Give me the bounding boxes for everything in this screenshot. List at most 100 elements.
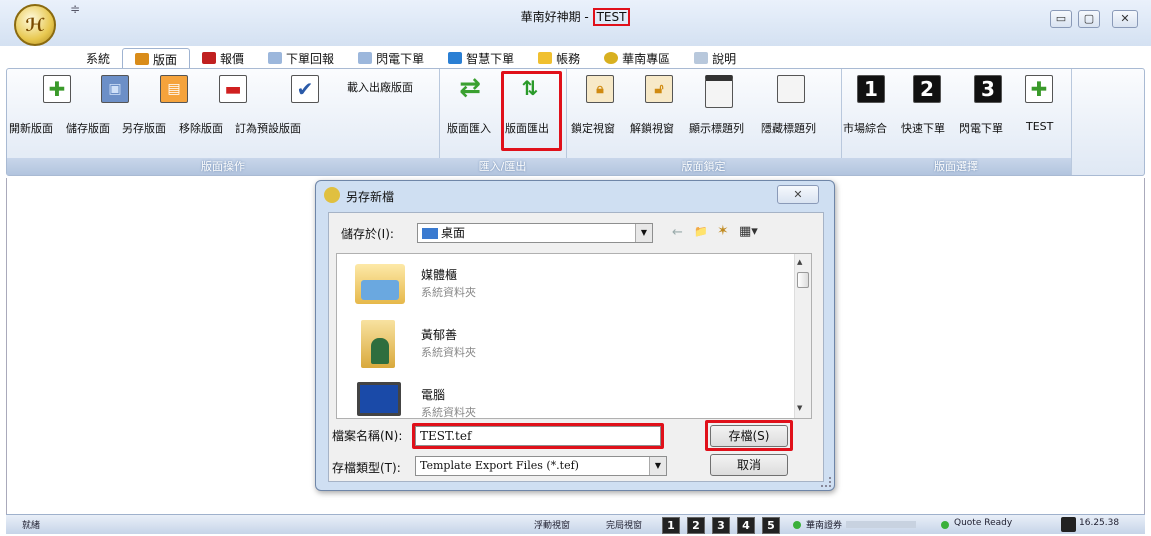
tab-smart-order[interactable]: 智慧下單 (436, 48, 526, 68)
layout-4-button[interactable]: 4 (737, 517, 755, 534)
save-as-layout-label: 另存版面 (122, 122, 166, 135)
filetype-label: 存檔類型(T): (332, 461, 401, 475)
layout-5-button[interactable]: 5 (762, 517, 780, 534)
unlock-window-button[interactable]: 🔓︎ (645, 75, 673, 103)
layout-icon (135, 53, 150, 65)
up-folder-icon[interactable]: 📁 (694, 225, 708, 238)
fixed-window-button[interactable]: 完局視窗 (606, 518, 642, 531)
hide-title-bar-button[interactable] (777, 75, 805, 103)
scroll-thumb[interactable] (797, 272, 809, 288)
tab-label: 帳務 (556, 51, 581, 66)
save-layout-button[interactable]: ▣ (101, 75, 129, 103)
flash-order-layout-button[interactable]: 3 (974, 75, 1002, 103)
tab-flash-order[interactable]: 閃電下單 (346, 48, 436, 68)
window-icon (705, 75, 733, 108)
quote-status-icon (941, 521, 949, 529)
tab-hua-nan-zone[interactable]: 華南專區 (592, 48, 682, 68)
export-layout-button[interactable]: ⇅ (517, 75, 543, 101)
minimize-button[interactable]: ▭ (1050, 10, 1072, 28)
tab-quotes[interactable]: 報價 (190, 48, 256, 68)
clock-time: 16.25.38 (1079, 518, 1120, 528)
new-layout-button[interactable]: ✚ (43, 75, 71, 103)
group-title: 版面選擇 (841, 158, 1071, 175)
quotes-icon (202, 52, 217, 64)
save-as-layout-button[interactable]: ▤ (160, 75, 188, 103)
save-as-dialog: 另存新檔 ✕ 儲存於(I): 桌面 ▼ ← 📁 ✶ ▦▾ 媒體櫃 系統資料夾 黃… (315, 180, 835, 491)
tab-accounts[interactable]: 帳務 (526, 48, 592, 68)
save-in-value: 桌面 (441, 226, 466, 240)
chevron-down-icon[interactable]: ▼ (649, 457, 666, 475)
lock-window-button[interactable]: 🔒︎ (586, 75, 614, 103)
folder-icon (355, 264, 405, 304)
smart-order-icon (448, 52, 463, 64)
filetype-value: Template Export Files (*.tef) (420, 459, 579, 472)
tab-layout[interactable]: 版面 (122, 48, 191, 69)
back-icon[interactable]: ← (672, 225, 683, 240)
import-layout-button[interactable]: ⇄ (453, 73, 487, 103)
connection-label: 華南證券 (806, 521, 843, 531)
menu-tabs: 系統 版面 報價 下單回報 閃電下單 智慧下單 帳務 華南專區 說明 (60, 48, 748, 69)
tab-help[interactable]: 說明 (682, 48, 748, 68)
scroll-down-icon[interactable]: ▼ (797, 404, 802, 412)
lock-icon: 🔒︎ (586, 75, 614, 103)
save-button[interactable]: 存檔(S) (710, 425, 788, 447)
load-factory-layout-button[interactable]: 載入出廠版面 (347, 79, 413, 95)
hua-nan-zone-icon (604, 52, 619, 64)
save-as-icon: ▤ (160, 75, 188, 103)
show-title-bar-label: 顯示標題列 (689, 122, 744, 135)
chevron-down-icon[interactable]: ▼ (635, 224, 652, 242)
maximize-button[interactable]: ▢ (1078, 10, 1100, 28)
new-folder-icon[interactable]: ✶ (717, 223, 729, 239)
scrollbar[interactable]: ▲ ▼ (794, 254, 811, 418)
layout-2-button[interactable]: 2 (687, 517, 705, 534)
filename-input[interactable]: TEST.tef (415, 426, 661, 446)
help-icon (694, 52, 709, 64)
window-title-layout: TEST (592, 8, 631, 26)
list-item[interactable]: 電腦 系統資料夾 (351, 378, 781, 418)
save-in-select[interactable]: 桌面 ▼ (417, 223, 653, 243)
remove-layout-button[interactable]: ▬ (219, 75, 247, 103)
view-menu-icon[interactable]: ▦▾ (739, 224, 758, 239)
tab-system[interactable]: 系統 (74, 48, 122, 68)
clock-icon (1061, 517, 1076, 532)
list-item[interactable]: 黃郁善 系統資料夾 (351, 318, 781, 374)
person-icon (371, 338, 389, 364)
resize-grip[interactable] (821, 477, 831, 487)
order-report-icon (268, 52, 283, 64)
new-layout-label: 開新版面 (9, 122, 53, 135)
dialog-app-icon (324, 187, 340, 203)
quick-order-button[interactable]: 2 (913, 75, 941, 103)
dialog-close-button[interactable]: ✕ (777, 185, 819, 204)
unlock-icon: 🔓︎ (645, 75, 673, 103)
test-layout-button[interactable]: ✚ (1025, 75, 1053, 103)
set-default-layout-button[interactable]: ✔ (291, 75, 319, 103)
market-overview-button[interactable]: 1 (857, 75, 885, 103)
layout-2-icon: 2 (913, 75, 941, 103)
layout-3-button[interactable]: 3 (712, 517, 730, 534)
test-layout-label: TEST (1026, 120, 1054, 133)
user-folder-icon (361, 320, 395, 368)
cancel-button[interactable]: 取消 (710, 454, 788, 476)
group-layout-operations: ✚ ▣ ▤ ▬ ✔ 載入出廠版面 開新版面 儲存版面 另存版面 移除版面 訂為預… (7, 69, 440, 175)
import-layout-label: 版面匯入 (447, 122, 491, 135)
status-bar: 就緒 浮動視窗 完局視窗 1 2 3 4 5 華南證券 Quote Ready … (6, 514, 1145, 534)
tab-label: 說明 (712, 51, 737, 66)
flash-order-icon (358, 52, 373, 64)
float-window-button[interactable]: 浮動視窗 (534, 518, 570, 531)
show-title-bar-button[interactable] (705, 75, 733, 108)
remove-layout-label: 移除版面 (179, 122, 223, 135)
list-item[interactable]: 媒體櫃 系統資料夾 (351, 258, 781, 314)
computer-icon (357, 382, 401, 416)
tab-label: 報價 (220, 51, 245, 66)
hide-title-bar-label: 隱藏標題列 (761, 122, 816, 135)
checkmark-icon: ✔ (291, 75, 319, 103)
tab-label: 版面 (153, 52, 178, 67)
layout-1-button[interactable]: 1 (662, 517, 680, 534)
filetype-select[interactable]: Template Export Files (*.tef) ▼ (415, 456, 667, 476)
close-button[interactable]: ✕ (1112, 10, 1138, 28)
quick-order-label: 快速下單 (901, 122, 945, 135)
scroll-up-icon[interactable]: ▲ (797, 258, 802, 266)
file-name: 媒體櫃 (421, 268, 458, 282)
tab-order-report[interactable]: 下單回報 (256, 48, 346, 68)
status-ready: 就緒 (22, 521, 41, 531)
